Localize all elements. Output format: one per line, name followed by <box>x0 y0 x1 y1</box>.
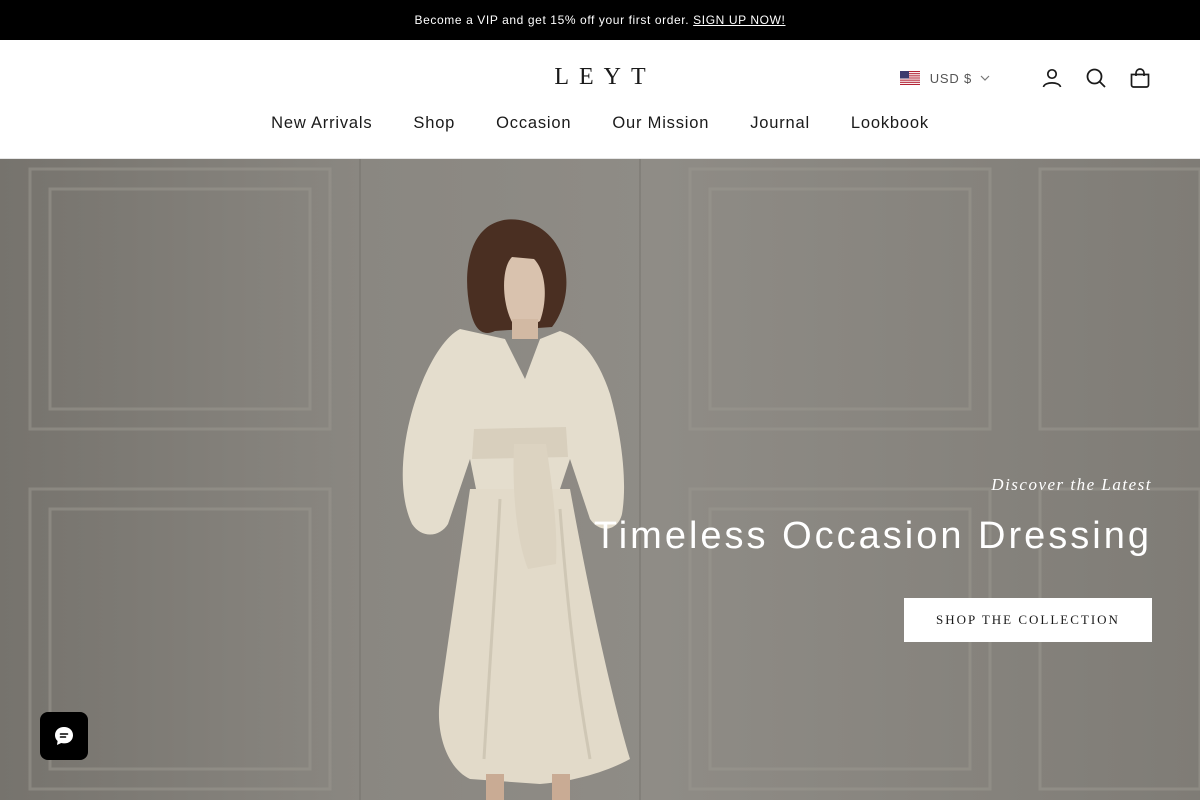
header-tools: USD $ <box>899 64 1152 92</box>
nav-item-new-arrivals[interactable]: New Arrivals <box>271 114 372 133</box>
nav-item-lookbook[interactable]: Lookbook <box>851 114 929 133</box>
nav-item-occasion[interactable]: Occasion <box>496 114 571 133</box>
hero-eyebrow: Discover the Latest <box>991 475 1152 494</box>
nav-item-journal[interactable]: Journal <box>750 114 810 133</box>
currency-label: USD $ <box>929 70 972 86</box>
chat-widget-button[interactable] <box>40 712 88 760</box>
announcement-text: Become a VIP and get 15% off your first … <box>414 13 690 27</box>
chat-icon <box>55 727 73 745</box>
chevron-down-icon <box>980 75 990 81</box>
nav-item-our-mission[interactable]: Our Mission <box>612 114 709 133</box>
main-nav: New Arrivals Shop Occasion Our Mission J… <box>0 114 1200 133</box>
hero-banner: Discover the Latest Timeless Occasion Dr… <box>0 159 1200 800</box>
search-icon[interactable] <box>1084 66 1108 90</box>
us-flag-icon <box>899 71 920 85</box>
bag-icon[interactable] <box>1128 66 1152 90</box>
hero-title: Timeless Occasion Dressing <box>593 515 1152 557</box>
hero-text-block: Discover the Latest Timeless Occasion Dr… <box>594 475 1152 558</box>
shop-collection-button[interactable]: SHOP THE COLLECTION <box>904 598 1152 642</box>
account-icon[interactable] <box>1040 66 1064 90</box>
site-header: LEYT USD $ New Arrivals Shop Occasion Ou… <box>0 40 1200 159</box>
signup-link[interactable]: SIGN UP NOW! <box>693 13 785 27</box>
announcement-bar: Become a VIP and get 15% off your first … <box>0 0 1200 40</box>
currency-selector[interactable]: USD $ <box>899 70 990 86</box>
nav-item-shop[interactable]: Shop <box>413 114 455 133</box>
